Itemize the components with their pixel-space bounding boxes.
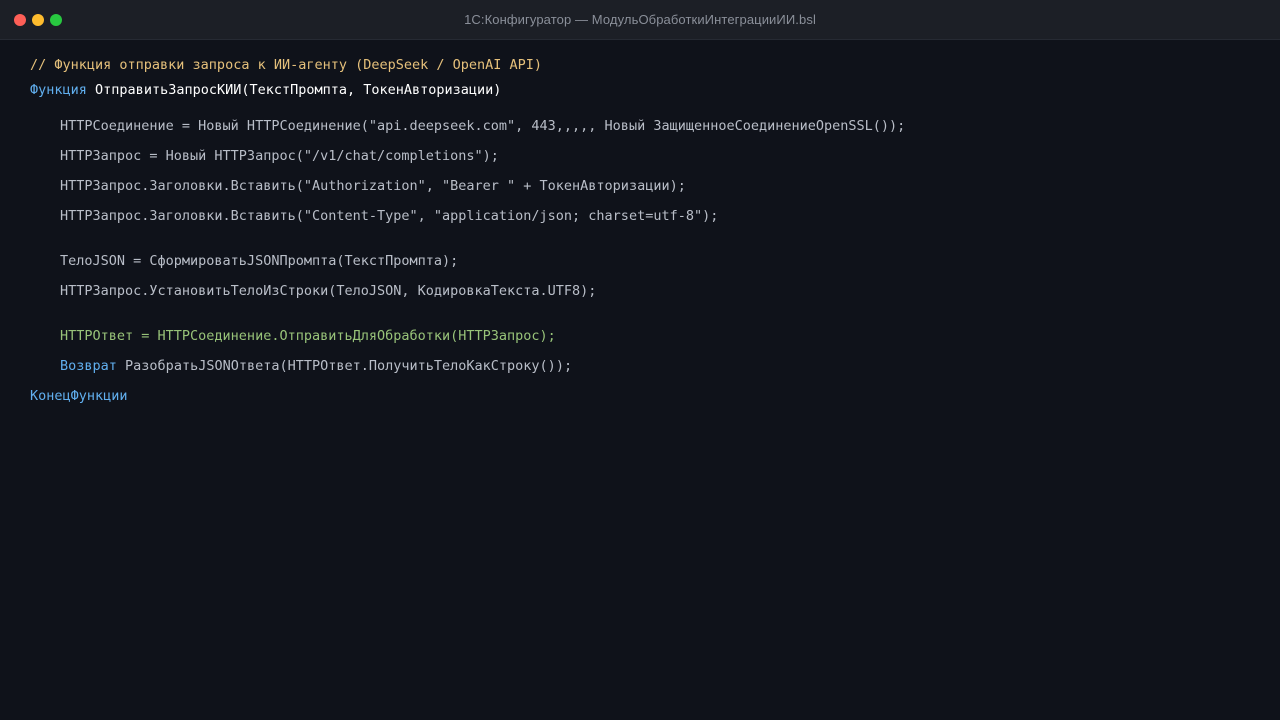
code-line-header-auth: HTTPЗапрос.Заголовки.Вставить("Authoriza… (60, 178, 686, 194)
end-function-keyword: КонецФункции (30, 388, 128, 404)
code-editor-window: 1С:Конфигуратор — МодульОбработкиИнтегра… (0, 0, 1280, 720)
function-signature: ОтправитьЗапросКИИ(ТекстПромпта, ТокенАв… (95, 82, 502, 98)
return-keyword: Возврат (60, 358, 117, 374)
title-bar: 1С:Конфигуратор — МодульОбработкиИнтегра… (0, 0, 1280, 40)
function-declaration: Функция ОтправитьЗапросКИИ(ТекстПромпта,… (30, 81, 501, 99)
window-title: 1С:Конфигуратор — МодульОбработкиИнтегра… (464, 12, 816, 27)
code-line-return: Возврат РазобратьJSONОтвета(HTTPОтвет.По… (60, 357, 572, 375)
code-comment: // Функция отправки запроса к ИИ-агенту … (30, 57, 543, 73)
function-keyword: Функция (30, 82, 87, 98)
code-line-set-body: HTTPЗапрос.УстановитьТелоИзСтроки(ТелоJS… (60, 283, 597, 299)
code-line-header-content-type: HTTPЗапрос.Заголовки.Вставить("Content-T… (60, 208, 719, 224)
code-editor[interactable]: // Функция отправки запроса к ИИ-агенту … (0, 40, 1280, 720)
code-line-response: HTTPОтвет = HTTPСоединение.ОтправитьДляО… (60, 328, 556, 344)
code-line-request: HTTPЗапрос = Новый HTTPЗапрос("/v1/chat/… (60, 148, 499, 164)
code-line-body-json: ТелоJSON = СформироватьJSONПромпта(Текст… (60, 253, 459, 269)
code-line-connection: HTTPСоединение = Новый HTTPСоединение("a… (60, 118, 906, 134)
return-expression: РазобратьJSONОтвета(HTTPОтвет.ПолучитьТе… (125, 358, 573, 374)
